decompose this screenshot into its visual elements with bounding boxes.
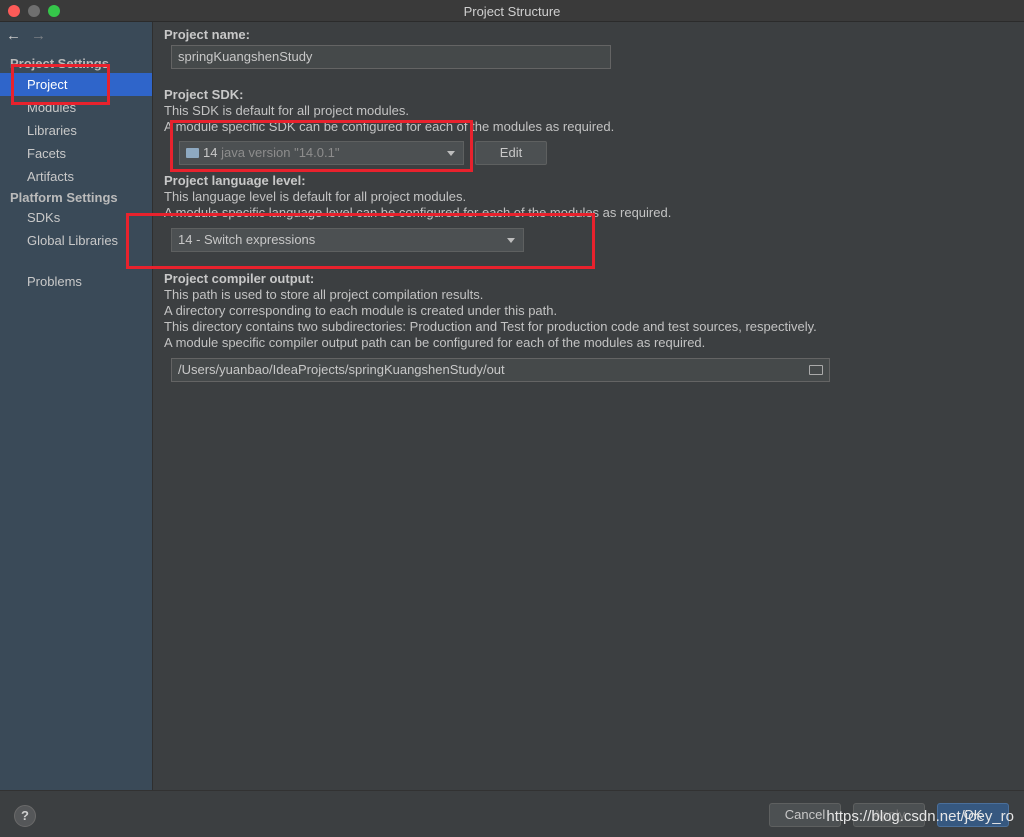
- sidebar-item-libraries[interactable]: Libraries: [0, 119, 152, 142]
- annotation-box-language-level: [126, 213, 595, 269]
- compiler-output-desc-3: This directory contains two subdirectori…: [164, 319, 817, 334]
- navigation-arrows: ← →: [6, 27, 56, 44]
- forward-arrow-icon[interactable]: →: [31, 27, 46, 44]
- help-button[interactable]: ?: [14, 805, 36, 827]
- project-name-label: Project name:: [164, 27, 250, 42]
- project-sdk-label: Project SDK:: [164, 87, 244, 102]
- annotation-box-project: [11, 64, 110, 105]
- language-level-label: Project language level:: [164, 173, 306, 188]
- sidebar-item-problems[interactable]: Problems: [0, 270, 152, 293]
- footer-bar: ? Cancel Apply OK https://blog.csdn.net/…: [0, 790, 1024, 837]
- sidebar: ← → Project Settings Project Modules Libr…: [0, 22, 153, 790]
- compiler-output-desc-4: A module specific compiler output path c…: [164, 335, 706, 350]
- language-level-desc-1: This language level is default for all p…: [164, 189, 467, 204]
- sidebar-item-artifacts[interactable]: Artifacts: [0, 165, 152, 188]
- annotation-box-sdk: [170, 120, 473, 172]
- compiler-output-path: /Users/yuanbao/IdeaProjects/springKuangs…: [178, 362, 505, 377]
- title-bar: Project Structure: [0, 0, 1024, 22]
- platform-settings-header: Platform Settings: [10, 190, 118, 205]
- compiler-output-label: Project compiler output:: [164, 271, 315, 286]
- back-arrow-icon[interactable]: ←: [6, 27, 21, 44]
- watermark-text: https://blog.csdn.net/joey_ro: [826, 808, 1014, 825]
- compiler-output-desc-1: This path is used to store all project c…: [164, 287, 484, 302]
- project-sdk-desc-1: This SDK is default for all project modu…: [164, 103, 409, 118]
- compiler-output-desc-2: A directory corresponding to each module…: [164, 303, 558, 318]
- sidebar-item-facets[interactable]: Facets: [0, 142, 152, 165]
- compiler-output-path-input[interactable]: /Users/yuanbao/IdeaProjects/springKuangs…: [171, 358, 830, 382]
- window-title: Project Structure: [463, 4, 561, 19]
- folder-browse-icon[interactable]: [809, 365, 823, 375]
- project-name-input[interactable]: springKuangshenStudy: [171, 45, 611, 69]
- edit-sdk-button[interactable]: Edit: [475, 141, 547, 165]
